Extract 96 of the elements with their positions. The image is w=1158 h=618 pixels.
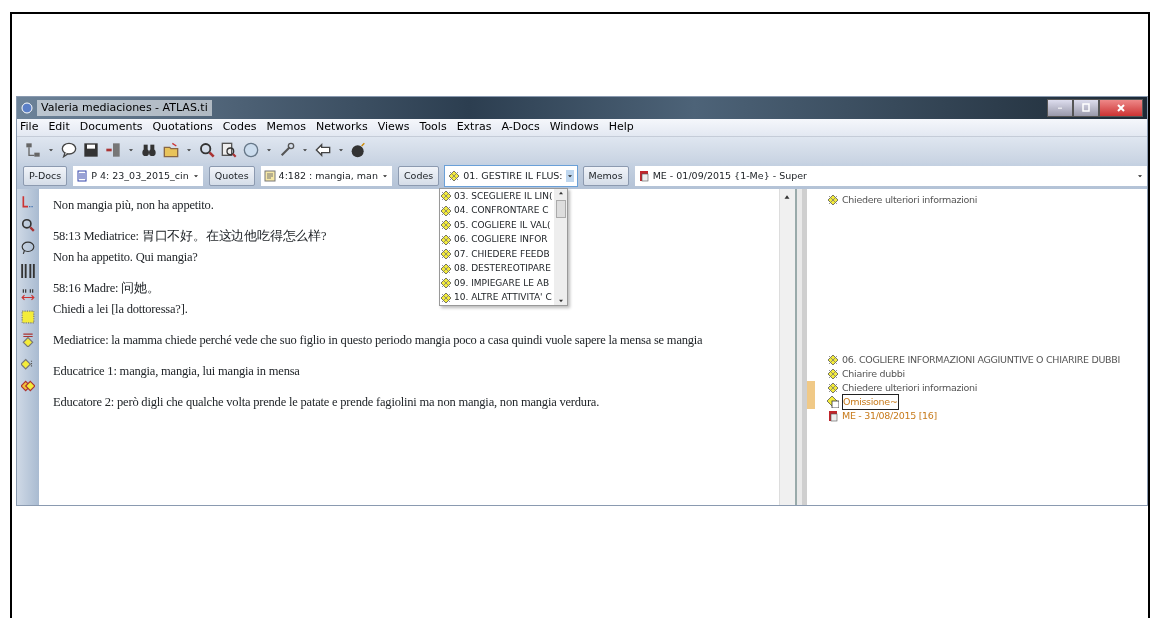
margin-label[interactable]: ME - 31/08/2015 [16] xyxy=(842,408,937,424)
double-code-icon xyxy=(21,379,35,393)
document-text: Educatrice 1: mangia, mangia, lui mangia in mensa xyxy=(53,364,300,378)
restore-icon xyxy=(1080,102,1092,114)
code-add-icon xyxy=(21,356,35,370)
menu-item[interactable]: Quotations xyxy=(152,119,213,136)
margin-label[interactable]: 06. COGLIERE INFORMAZIONI AGGIUNTIVE O CHIARIRE DUBBI xyxy=(842,352,1121,368)
selector-dropdown[interactable]: 4:182 : mangia, man xyxy=(260,166,392,186)
quotation-icon xyxy=(263,170,276,182)
code-icon xyxy=(440,277,452,290)
panel-button[interactable]: Memos xyxy=(582,166,629,186)
selector-value: 01. GESTIRE IL FLUS: xyxy=(463,168,563,183)
search-document-icon xyxy=(221,142,237,158)
minimize-button[interactable] xyxy=(1047,99,1073,117)
selector-value: ME - 01/09/2015 {1-Me} - Super xyxy=(652,168,808,183)
dropdown-item[interactable]: 03. SCEGLIERE IL LIN( xyxy=(440,189,553,204)
selector-dropdown[interactable]: 01. GESTIRE IL FLUS: xyxy=(445,166,577,186)
close-button[interactable] xyxy=(1099,99,1143,117)
dropdown-item[interactable]: 10. ALTRE ATTIVITA' C xyxy=(440,290,553,305)
code-icon xyxy=(440,262,452,275)
document-text: Mediatrice: la mamma chiede perché vede che suo figlio in questo periodo mangia poco a casa quindi vuole sapere la mensa se mangia xyxy=(53,333,703,347)
code-icon xyxy=(827,354,839,366)
code-icon xyxy=(440,291,452,304)
menu-item[interactable]: Edit xyxy=(48,119,70,136)
menu-item[interactable]: Memos xyxy=(266,119,306,136)
code-icon xyxy=(440,190,452,203)
dropdown-item[interactable]: 08. DESTEREOTIPARE xyxy=(440,261,553,276)
scroll-thumb[interactable] xyxy=(555,200,566,218)
back-arrow-icon xyxy=(315,142,331,158)
dropdown-item[interactable]: 04. CONFRONTARE C xyxy=(440,203,553,218)
code-icon xyxy=(827,194,839,206)
scrollbar[interactable] xyxy=(554,189,568,305)
panel-button[interactable]: Quotes xyxy=(208,166,255,186)
document-icon xyxy=(76,170,89,182)
selector-value: 4:182 : mangia, man xyxy=(278,168,378,183)
maximize-button[interactable] xyxy=(1073,99,1099,117)
caret-icon xyxy=(565,170,574,182)
document-text: Non ha appetito. Qui mangia? xyxy=(53,250,198,264)
margin-label[interactable]: Chiarire dubbi xyxy=(842,366,905,382)
comment-icon xyxy=(21,241,35,255)
menu-item[interactable]: Tools xyxy=(419,119,447,136)
menu-item[interactable]: Views xyxy=(377,119,410,136)
open-folder-icon xyxy=(163,142,179,158)
document-text: 58:13 Mediatrice: 胃口不好。在这边他吃得怎么样? xyxy=(53,229,327,243)
margin-label[interactable]: Chiedere ulteriori informazioni xyxy=(842,192,978,208)
selector-dropdown[interactable]: ME - 01/09/2015 {1-Me} - Super xyxy=(634,166,1147,186)
margin-label[interactable]: Chiedere ulteriori informazioni xyxy=(842,380,978,396)
menu-item[interactable]: A-Docs xyxy=(501,119,540,136)
document-text: Educatore 2: però digli che qualche volta prende le patate e prende fagiolini ma non mangia, non mangia verdura. xyxy=(53,395,600,409)
dropdown-item[interactable]: 07. CHIEDERE FEEDB xyxy=(440,247,553,262)
bomb-icon xyxy=(351,142,367,158)
selector-value: P 4: 23_03_2015_cin xyxy=(91,168,189,183)
menu-item[interactable]: Documents xyxy=(79,119,143,136)
dropdown-item[interactable]: 06. COGLIERE INFOR xyxy=(440,232,553,247)
code-icon xyxy=(827,382,839,394)
code-icon xyxy=(448,170,461,182)
query-icon xyxy=(199,142,215,158)
zoom-icon xyxy=(21,218,35,232)
code-icon xyxy=(440,248,452,261)
document-text: 58:16 Madre: 问她。 xyxy=(53,281,160,295)
binoculars-icon xyxy=(141,142,157,158)
code-icon xyxy=(440,219,452,232)
code-filter-icon xyxy=(21,333,35,347)
code-icon xyxy=(440,233,452,246)
wrench-icon xyxy=(279,142,295,158)
comment-icon xyxy=(61,142,77,158)
dropdown-item[interactable]: 09. IMPIEGARE LE AB xyxy=(440,276,553,291)
menu-item[interactable]: File xyxy=(20,119,39,136)
memo-icon xyxy=(827,410,839,422)
app-icon xyxy=(21,102,33,114)
document-text: Chiedi a lei [la dottoressa?]. xyxy=(53,302,188,316)
margin-label[interactable]: Omissione~ xyxy=(842,393,899,411)
menu-item[interactable]: Extras xyxy=(456,119,492,136)
dropdown-item[interactable]: 05. COGLIERE IL VAL( xyxy=(440,218,553,233)
panel-button[interactable]: P-Docs xyxy=(23,166,68,186)
code-list-icon xyxy=(21,310,35,324)
menu-item[interactable]: Help xyxy=(608,119,634,136)
document-text: Non mangia più, non ha appetito. xyxy=(53,198,214,212)
selector-dropdown[interactable]: P 4: 23_03_2015_cin xyxy=(73,166,203,186)
network-icon xyxy=(25,142,41,158)
memo-icon xyxy=(637,170,650,182)
save-icon xyxy=(83,142,99,158)
window-title: Valeria mediaciones - ATLAS.ti xyxy=(37,99,212,117)
menu-item[interactable]: Windows xyxy=(549,119,599,136)
close-icon xyxy=(1115,102,1127,114)
quote-link-icon xyxy=(21,287,35,301)
menu-item[interactable]: Networks xyxy=(316,119,368,136)
quote-marks-icon xyxy=(21,264,35,278)
code-memo-icon xyxy=(827,396,839,408)
link-icon xyxy=(21,195,35,209)
code-icon xyxy=(440,204,452,217)
pane-splitter[interactable] xyxy=(795,189,807,505)
menu-item[interactable]: Codes xyxy=(222,119,257,136)
code-icon xyxy=(827,368,839,380)
panel-button[interactable]: Codes xyxy=(397,166,440,186)
vertical-scrollbar[interactable] xyxy=(779,189,795,505)
